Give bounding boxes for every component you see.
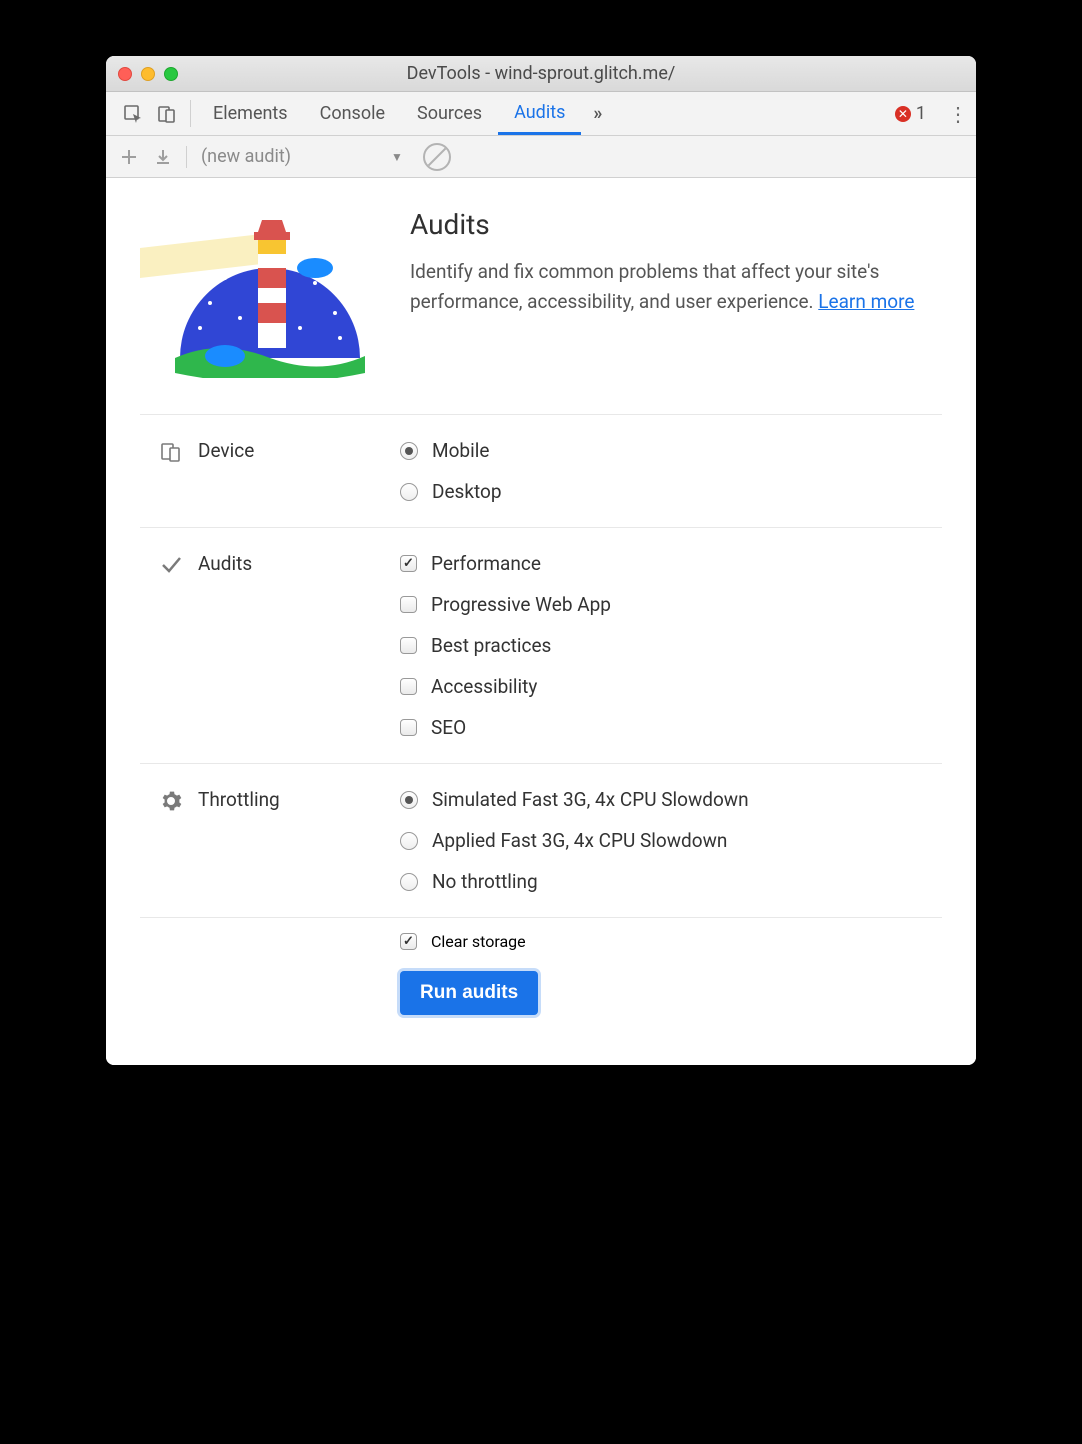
radio-icon xyxy=(400,791,418,809)
checkbox-icon xyxy=(400,637,417,654)
tab-console[interactable]: Console xyxy=(304,92,401,135)
checkbox-icon xyxy=(400,596,417,613)
tab-sources[interactable]: Sources xyxy=(401,92,498,135)
error-count: 1 xyxy=(916,103,926,124)
radio-device-desktop[interactable]: Desktop xyxy=(400,480,942,503)
checkbox-performance[interactable]: Performance xyxy=(400,552,942,575)
titlebar: DevTools - wind-sprout.glitch.me/ xyxy=(106,56,976,92)
device-icon xyxy=(160,441,182,468)
kebab-menu-icon[interactable]: ⋮ xyxy=(940,92,976,135)
page-description: Identify and fix common problems that af… xyxy=(410,257,942,318)
window-controls xyxy=(118,67,178,81)
run-audits-button[interactable]: Run audits xyxy=(400,971,538,1015)
audits-panel: Audits Identify and fix common problems … xyxy=(106,178,976,1065)
learn-more-link[interactable]: Learn more xyxy=(818,290,914,313)
error-count-badge[interactable]: ✕ 1 xyxy=(881,92,940,135)
device-toolbar-icon[interactable] xyxy=(150,92,184,135)
section-throttling-label: Throttling xyxy=(198,788,280,811)
radio-throttle-none[interactable]: No throttling xyxy=(400,870,942,893)
panel-tabbar: Elements Console Sources Audits » ✕ 1 ⋮ xyxy=(106,92,976,136)
checkbox-icon xyxy=(400,933,417,950)
section-device: Device Mobile Desktop xyxy=(140,415,942,528)
radio-device-mobile[interactable]: Mobile xyxy=(400,439,942,462)
tabs-overflow-button[interactable]: » xyxy=(581,92,614,135)
checkbox-seo[interactable]: SEO xyxy=(400,716,942,739)
window-title: DevTools - wind-sprout.glitch.me/ xyxy=(106,63,976,84)
header-text: Audits Identify and fix common problems … xyxy=(410,208,942,378)
download-icon[interactable] xyxy=(148,148,178,166)
radio-icon xyxy=(400,873,418,891)
dropdown-caret-icon: ▼ xyxy=(391,150,403,164)
radio-throttle-applied[interactable]: Applied Fast 3G, 4x CPU Slowdown xyxy=(400,829,942,852)
clear-icon[interactable] xyxy=(423,143,451,171)
header-row: Audits Identify and fix common problems … xyxy=(140,208,942,415)
page-title: Audits xyxy=(410,208,942,241)
error-icon: ✕ xyxy=(895,106,911,122)
section-audits: Audits Performance Progressive Web App B… xyxy=(140,528,942,764)
separator xyxy=(186,146,187,168)
check-icon xyxy=(160,554,182,581)
audit-select-dropdown[interactable]: (new audit) ▼ xyxy=(195,146,409,167)
tab-elements[interactable]: Elements xyxy=(197,92,304,135)
radio-icon xyxy=(400,832,418,850)
inspect-element-icon[interactable] xyxy=(116,92,150,135)
checkbox-best-practices[interactable]: Best practices xyxy=(400,634,942,657)
zoom-window-button[interactable] xyxy=(164,67,178,81)
dropdown-label: (new audit) xyxy=(201,146,291,167)
checkbox-clear-storage[interactable]: Clear storage xyxy=(400,932,942,951)
footer: Clear storage Run audits xyxy=(140,918,942,1015)
radio-icon xyxy=(400,442,418,460)
gear-icon xyxy=(160,790,182,817)
section-audits-label: Audits xyxy=(198,552,252,575)
tab-audits[interactable]: Audits xyxy=(498,92,581,135)
checkbox-pwa[interactable]: Progressive Web App xyxy=(400,593,942,616)
lighthouse-illustration xyxy=(140,208,380,378)
close-window-button[interactable] xyxy=(118,67,132,81)
checkbox-icon xyxy=(400,555,417,572)
checkbox-icon xyxy=(400,719,417,736)
checkbox-accessibility[interactable]: Accessibility xyxy=(400,675,942,698)
radio-throttle-simulated[interactable]: Simulated Fast 3G, 4x CPU Slowdown xyxy=(400,788,942,811)
devtools-window: DevTools - wind-sprout.glitch.me/ Elemen… xyxy=(106,56,976,1065)
checkbox-icon xyxy=(400,678,417,695)
separator xyxy=(190,100,191,127)
minimize-window-button[interactable] xyxy=(141,67,155,81)
section-throttling: Throttling Simulated Fast 3G, 4x CPU Slo… xyxy=(140,764,942,918)
audits-toolbar: (new audit) ▼ xyxy=(106,136,976,178)
new-audit-icon[interactable] xyxy=(114,148,144,166)
radio-icon xyxy=(400,483,418,501)
section-device-label: Device xyxy=(198,439,254,462)
